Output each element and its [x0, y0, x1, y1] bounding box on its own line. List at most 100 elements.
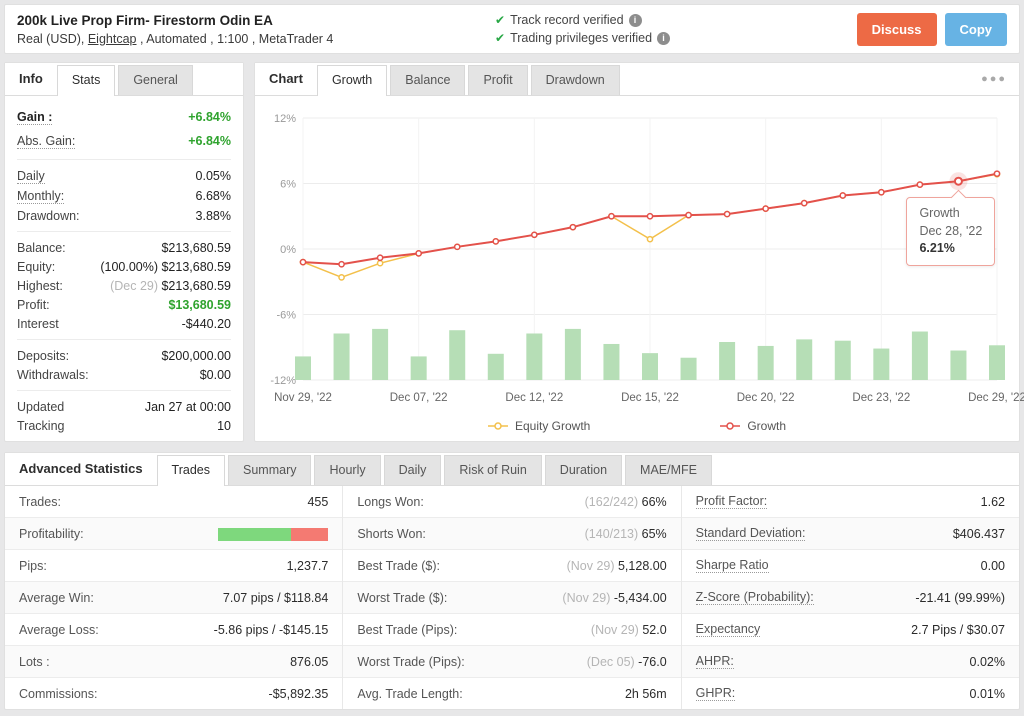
table-row-worst-trade-pips: Worst Trade (Pips):(Dec 05) -76.0 [343, 646, 680, 678]
volume-bar [719, 342, 735, 380]
stat-value: Jan 27 at 00:00 [145, 400, 231, 414]
track-record-verified-label: Track record verified [510, 11, 623, 29]
legend-label: Growth [747, 419, 786, 433]
copy-button[interactable]: Copy [945, 13, 1008, 46]
stat-value-main: 6.68% [196, 189, 231, 203]
table-row-value: -$5,892.35 [269, 687, 329, 701]
table-row-value-main: 455 [307, 495, 328, 509]
y-tick-label: -12% [270, 375, 296, 387]
table-row-label[interactable]: Expectancy [696, 622, 761, 637]
ellipsis-menu-icon[interactable]: ●●● [969, 69, 1019, 95]
table-row-pips: Pips:1,237.7 [5, 550, 342, 582]
legend-item-equity-growth[interactable]: Equity Growth [488, 419, 590, 433]
table-row-value: (Nov 29) 5,128.00 [567, 559, 667, 573]
table-row-value-main: 52.0 [642, 623, 666, 637]
table-row-label[interactable]: Sharpe Ratio [696, 558, 769, 573]
stat-row-abs-gain: Abs. Gain:+6.84% [17, 129, 231, 153]
stat-row-withdrawals: Withdrawals:$0.00 [17, 365, 231, 384]
data-point-growth [570, 225, 575, 230]
table-row-value-prefix: (Nov 29) [567, 559, 618, 573]
page: 200k Live Prop Firm- Firestorm Odin EA R… [0, 0, 1024, 714]
table-row-value-main: -5.86 pips / -$145.15 [214, 623, 329, 637]
stat-label: Equity: [17, 260, 55, 274]
sidebar-group: Daily 0.05% Monthly: 6.68% Drawdown:3.88% [17, 160, 231, 232]
chart-tab-drawdown[interactable]: Drawdown [531, 65, 620, 95]
stat-label: Tracking [17, 419, 64, 433]
info-tab-general[interactable]: General [118, 65, 192, 95]
table-row-value: 7.07 pips / $118.84 [223, 591, 328, 605]
check-icon: ✔ [495, 11, 505, 29]
table-row-label[interactable]: GHPR: [696, 686, 736, 701]
chart-canvas[interactable]: 12%6%0%-6%-12%Nov 29, '22Dec 07, '22Dec … [263, 102, 1007, 410]
stat-label: Balance: [17, 241, 66, 255]
stats-column-3: Profit Factor:1.62Standard Deviation:$40… [682, 486, 1019, 709]
sidebar-group: Deposits:$200,000.00Withdrawals:$0.00 [17, 340, 231, 391]
table-row-value: (Nov 29) 52.0 [591, 623, 667, 637]
stat-value: 10 [217, 419, 231, 433]
stat-label[interactable]: Abs. Gain: [17, 134, 75, 149]
chart-tab-growth[interactable]: Growth [317, 65, 387, 96]
stats-tab-duration[interactable]: Duration [545, 455, 622, 485]
table-row-label[interactable]: AHPR: [696, 654, 734, 669]
legend-item-growth[interactable]: Growth [720, 419, 786, 433]
table-row-label[interactable]: Profit Factor: [696, 494, 768, 509]
chart-panel-tabbar: ChartGrowthBalanceProfitDrawdown●●● [255, 63, 1019, 96]
table-row-z-score-probability: Z-Score (Probability): -21.41 (99.99%) [682, 582, 1019, 614]
table-row-label[interactable]: Standard Deviation: [696, 526, 806, 541]
table-row-value [218, 526, 328, 540]
stats-tab-hourly[interactable]: Hourly [314, 455, 380, 485]
stat-label[interactable]: Gain : [17, 110, 52, 125]
stats-tab-summary[interactable]: Summary [228, 455, 311, 485]
stats-tab-trades[interactable]: Trades [157, 455, 225, 486]
stat-row-tracking: Tracking 10 [17, 416, 231, 435]
table-row-label: Lots : [19, 655, 50, 669]
growth-chart[interactable]: 12%6%0%-6%-12%Nov 29, '22Dec 07, '22Dec … [255, 96, 1019, 415]
table-row-value-main: -21.41 (99.99%) [915, 591, 1005, 605]
stats-tab-mae-mfe[interactable]: MAE/MFE [625, 455, 712, 485]
data-point-growth [917, 182, 922, 187]
advanced-stats-panel: Advanced StatisticsTradesSummaryHourlyDa… [4, 452, 1020, 710]
check-icon: ✔ [495, 29, 505, 47]
stat-value-main: Jan 27 at 00:00 [145, 400, 231, 414]
volume-bar [411, 356, 427, 380]
data-point-growth [455, 244, 460, 249]
info-tab-stats[interactable]: Stats [57, 65, 116, 96]
stat-row-drawdown: Drawdown:3.88% [17, 206, 231, 225]
stats-tab-daily[interactable]: Daily [384, 455, 442, 485]
table-row-value: -5.86 pips / -$145.15 [214, 623, 329, 637]
table-row-longs-won: Longs Won:(162/242) 66% [343, 486, 680, 518]
table-row-value-main: 2.7 Pips / $30.07 [911, 623, 1005, 637]
volume-bar [642, 353, 658, 380]
table-row-label: Shorts Won: [357, 527, 426, 541]
table-row-value-main: 65% [642, 527, 667, 541]
table-row-label: Worst Trade ($): [357, 591, 447, 605]
discuss-button[interactable]: Discuss [857, 13, 937, 46]
tooltip-value: 6.21% [919, 240, 982, 258]
broker-link[interactable]: Eightcap [88, 32, 137, 46]
data-point-growth [609, 214, 614, 219]
sidebar-group: UpdatedJan 27 at 00:00Tracking10 [17, 391, 231, 441]
table-row-value-main: 1,237.7 [287, 559, 329, 573]
table-row-label: Average Loss: [19, 623, 99, 637]
table-row-value-prefix: (140/213) [585, 527, 642, 541]
stat-value: $13,680.59 [168, 298, 231, 312]
stat-value-main: $200,000.00 [161, 349, 231, 363]
table-row-label[interactable]: Z-Score (Probability): [696, 590, 814, 605]
stat-row-balance: Balance:$213,680.59 [17, 238, 231, 257]
stats-tab-risk-of-ruin[interactable]: Risk of Ruin [444, 455, 541, 485]
info-icon[interactable]: i [629, 14, 642, 27]
data-point-equity-growth [378, 261, 383, 266]
volume-bar [681, 358, 697, 380]
stat-row-interest: Interest-$440.20 [17, 314, 231, 333]
table-row-average-win: Average Win:7.07 pips / $118.84 [5, 582, 342, 614]
stat-value: 0.05% [196, 169, 231, 183]
chart-tab-profit[interactable]: Profit [468, 65, 527, 95]
table-row-expectancy: Expectancy 2.7 Pips / $30.07 [682, 614, 1019, 646]
chart-tab-balance[interactable]: Balance [390, 65, 465, 95]
data-point-equity-growth [647, 237, 652, 242]
stat-value-main: 10 [217, 419, 231, 433]
data-point-growth [725, 211, 730, 216]
stat-label[interactable]: Monthly: [17, 189, 64, 204]
info-icon[interactable]: i [657, 32, 670, 45]
stat-label[interactable]: Daily [17, 169, 45, 184]
